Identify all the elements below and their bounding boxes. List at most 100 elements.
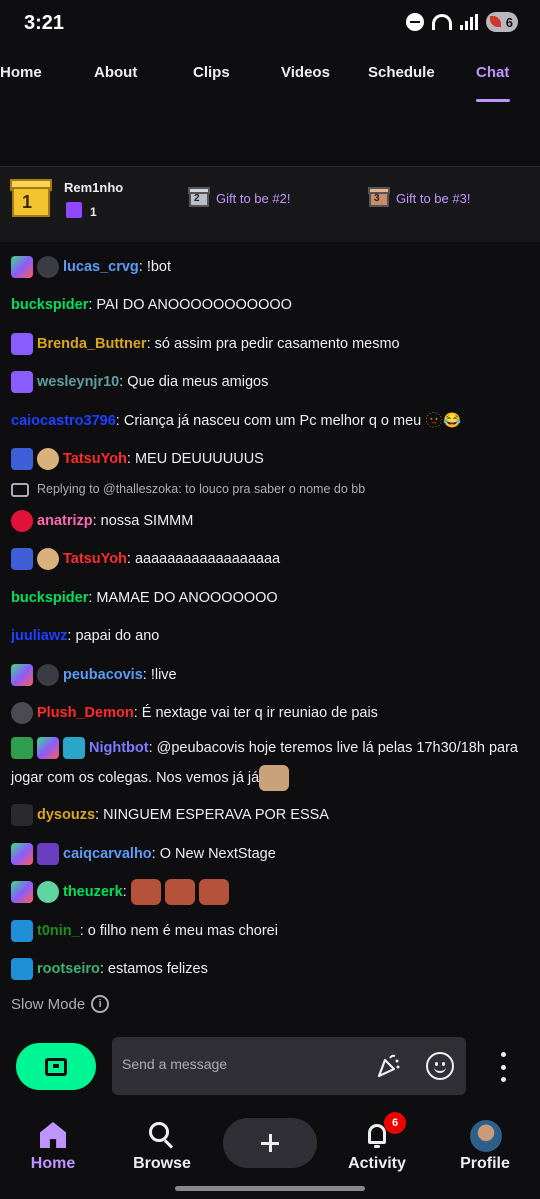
status-icons: 6: [406, 12, 518, 32]
chat-username[interactable]: anatrizp: [37, 513, 93, 529]
tab-clips[interactable]: Clips: [193, 64, 230, 81]
chat-text: : MAMAE DO ANOOOOOOO: [88, 590, 278, 606]
status-bar: 3:21 6: [0, 0, 540, 48]
tab-home[interactable]: Home: [0, 64, 42, 81]
chat-username[interactable]: TatsuYoh: [63, 551, 127, 567]
chat-message[interactable]: lucas_crvg: !bot: [11, 254, 530, 280]
chat-text: : aaaaaaaaaaaaaaaaaa: [126, 551, 281, 567]
chat-username[interactable]: t0nin_: [37, 923, 80, 939]
chat-text: : PAI DO ANOOOOOOOOOOO: [88, 297, 292, 313]
chat-message[interactable]: rootseiro: estamos felizes: [11, 956, 530, 982]
message-input-container: [112, 1037, 466, 1095]
crown-badge-icon: [11, 920, 33, 943]
gift-leader-name[interactable]: Rem1nho: [64, 180, 123, 195]
tab-about[interactable]: About: [94, 64, 137, 81]
chat-text: : só assim pra pedir casamento mesmo: [146, 336, 400, 352]
reply-context: Replying to @thalleszoka: to louco pra s…: [11, 482, 365, 497]
chat-message[interactable]: Brenda_Buttner: só assim pra pedir casam…: [11, 331, 530, 357]
create-button[interactable]: [223, 1118, 317, 1168]
more-options-icon[interactable]: [498, 1052, 508, 1082]
chat-username[interactable]: Nightbot: [89, 740, 149, 756]
badge-2023-icon: [11, 371, 33, 394]
emote-icon: [164, 879, 195, 906]
chat-text: : NINGUEM ESPERAVA POR ESSA: [95, 807, 329, 823]
chat-text: : papai do ano: [67, 628, 160, 644]
gift-rank-3-number: 3: [374, 193, 380, 204]
gift-rank-1-icon: 1: [10, 175, 52, 217]
chat-message[interactable]: theuzerk:: [11, 879, 530, 906]
message-input[interactable]: [122, 1056, 362, 1072]
chat-username[interactable]: peubacovis: [63, 667, 143, 683]
chat-username[interactable]: lucas_crvg: [63, 259, 139, 275]
chat-message[interactable]: Plush_Demon: É nextage vai ter q ir reun…: [11, 700, 530, 726]
emote-icon: [259, 765, 290, 792]
chat-username[interactable]: Brenda_Buttner: [37, 336, 147, 352]
nav-profile-label: Profile: [460, 1155, 510, 1172]
chat-text: : estamos felizes: [99, 961, 208, 977]
chat-message[interactable]: peubacovis: !live: [11, 662, 530, 688]
signal-icon: [460, 14, 478, 30]
badge-icon: [11, 256, 33, 279]
emote-icon: [130, 879, 161, 906]
badge-icon: [11, 548, 33, 571]
chat-username[interactable]: Plush_Demon: [37, 705, 134, 721]
badge-icon: [37, 664, 59, 687]
battery-saver-icon: [490, 16, 501, 27]
chat-username[interactable]: dysouzs: [37, 807, 95, 823]
channel-points-button[interactable]: [16, 1043, 96, 1090]
chat-message[interactable]: buckspider: PAI DO ANOOOOOOOOOOO: [11, 292, 530, 318]
chat-message[interactable]: juuliawz: papai do ano: [11, 623, 530, 649]
home-icon: [40, 1122, 66, 1148]
slow-mode-indicator: Slow Mode i: [11, 995, 110, 1013]
bot-badge-icon: [63, 737, 85, 760]
info-icon[interactable]: i: [91, 995, 110, 1013]
tab-chat[interactable]: Chat: [476, 64, 509, 81]
nav-activity-label: Activity: [348, 1155, 406, 1172]
chat-message[interactable]: TatsuYoh: MEU DEUUUUUUS: [11, 446, 530, 472]
chat-message[interactable]: wesleynjr10: Que dia meus amigos: [11, 369, 530, 395]
badge-icon: [37, 881, 59, 904]
chat-text: : !live: [142, 667, 177, 683]
badge-icon: [11, 702, 33, 725]
chat-username[interactable]: theuzerk: [63, 884, 123, 900]
do-not-disturb-icon: [406, 13, 424, 31]
chat-username[interactable]: TatsuYoh: [63, 451, 127, 467]
chat-text: : !bot: [138, 259, 172, 275]
nav-browse-label: Browse: [133, 1155, 191, 1172]
badge-icon: [11, 881, 33, 904]
party-popper-icon[interactable]: [376, 1052, 402, 1078]
notification-count-badge: 6: [384, 1112, 406, 1134]
chat-message[interactable]: dysouzs: NINGUEM ESPERAVA POR ESSA: [11, 802, 530, 828]
wifi-icon: [432, 14, 452, 30]
gift-to-be-3-link[interactable]: Gift to be #3!: [396, 191, 470, 206]
emote-picker-icon[interactable]: [426, 1052, 454, 1080]
crown-badge-icon: [11, 958, 33, 981]
chat-username[interactable]: caiqcarvalho: [63, 846, 152, 862]
gift-rank-2-icon: 2: [188, 185, 210, 207]
gift-rank-3-icon: 3: [368, 185, 390, 207]
active-tab-indicator: [476, 99, 510, 102]
chat-message[interactable]: Nightbot: @peubacovis hoje teremos live …: [11, 733, 530, 793]
chat-username[interactable]: juuliawz: [11, 628, 67, 644]
chat-username[interactable]: caiocastro3796: [11, 413, 116, 429]
search-icon: [149, 1122, 175, 1149]
chat-message[interactable]: TatsuYoh: aaaaaaaaaaaaaaaaaa: [11, 546, 530, 572]
chat-message[interactable]: caiqcarvalho: O New NextStage: [11, 841, 530, 867]
tab-schedule[interactable]: Schedule: [368, 64, 435, 81]
gift-leaderboard: 1 Rem1nho 1 2 Gift to be #2! 3 Gift to b…: [0, 166, 540, 242]
chat-username[interactable]: wesleynjr10: [37, 374, 119, 390]
heart-badge-icon: [11, 510, 33, 533]
chat-username[interactable]: buckspider: [11, 297, 88, 313]
home-indicator: [175, 1186, 365, 1191]
chat-message[interactable]: t0nin_: o filho nem é meu mas chorei: [11, 918, 530, 944]
badge-icon: [37, 548, 59, 571]
chat-text: : O New NextStage: [151, 846, 276, 862]
chat-username[interactable]: buckspider: [11, 590, 88, 606]
chat-username[interactable]: rootseiro: [37, 961, 100, 977]
chat-text: : MEU DEUUUUUUS: [126, 451, 264, 467]
gift-to-be-2-link[interactable]: Gift to be #2!: [216, 191, 290, 206]
chat-message[interactable]: buckspider: MAMAE DO ANOOOOOOO: [11, 585, 530, 611]
chat-message[interactable]: anatrizp: nossa SIMMM: [11, 508, 530, 534]
tab-videos[interactable]: Videos: [281, 64, 330, 81]
chat-message[interactable]: caiocastro3796: Criança já nasceu com um…: [11, 408, 530, 434]
